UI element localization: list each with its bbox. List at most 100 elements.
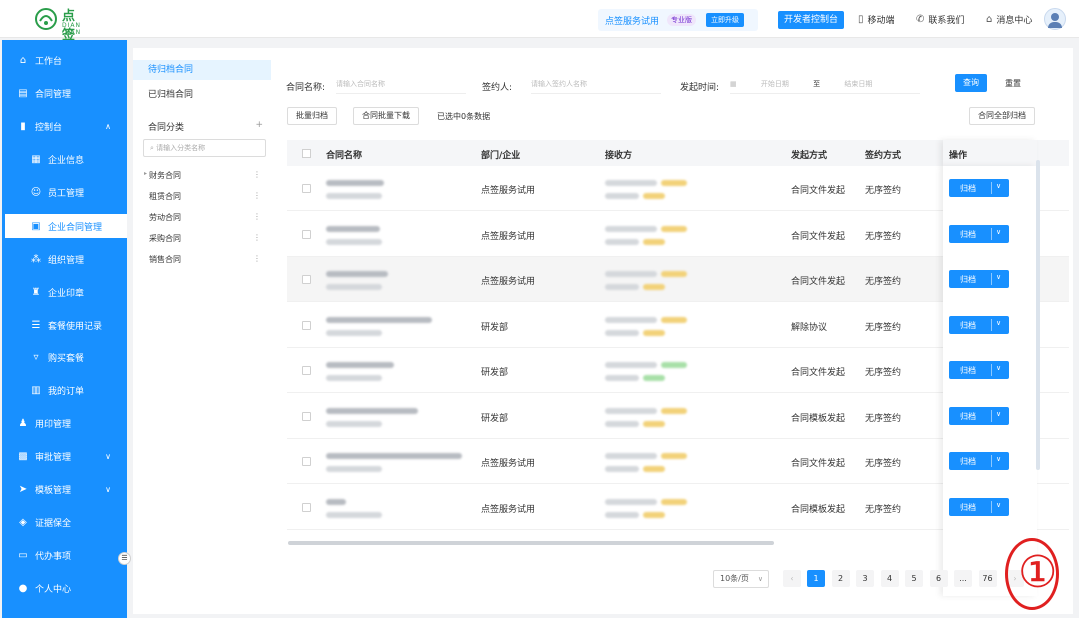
archive-split-button[interactable]: 归档 ∨	[949, 224, 1009, 243]
sidebar-item-contracts[interactable]: ▤ 合同管理	[2, 81, 127, 105]
chevron-down-icon[interactable]: ∨	[996, 228, 1001, 236]
more-icon[interactable]: ⋮	[253, 191, 261, 200]
sidebar-item-templates[interactable]: ➤ 模板管理 ∨	[2, 477, 127, 501]
select-all-checkbox[interactable]	[302, 149, 311, 158]
sidebar-item-evidence[interactable]: ◈ 证据保全	[2, 510, 127, 534]
row-checkbox[interactable]	[302, 184, 311, 193]
row-checkbox[interactable]	[302, 366, 311, 375]
archive-button-label[interactable]: 归档	[960, 320, 976, 331]
archive-split-button[interactable]: 归档 ∨	[949, 497, 1009, 516]
archive-split-button[interactable]: 归档 ∨	[949, 315, 1009, 334]
more-icon[interactable]: ⋮	[253, 170, 261, 179]
row-checkbox[interactable]	[302, 502, 311, 512]
mobile-link[interactable]: ▯ 移动端	[858, 13, 895, 26]
more-icon[interactable]: ⋮	[253, 233, 261, 242]
row-checkbox[interactable]	[302, 320, 311, 330]
receiver-status-redacted	[661, 362, 687, 368]
row-checkbox[interactable]	[302, 229, 311, 239]
archive-button-label[interactable]: 归档	[960, 365, 976, 376]
archive-all-button[interactable]: 合同全部归档	[969, 107, 1035, 125]
category-node[interactable]: ▸ 财务合同 ⋮	[144, 170, 261, 184]
chevron-down-icon[interactable]: ∨	[996, 182, 1001, 190]
reset-button[interactable]: 重置	[1005, 78, 1021, 89]
category-node[interactable]: 劳动合同 ⋮	[149, 212, 261, 226]
archive-button-label[interactable]: 归档	[960, 456, 976, 467]
sidebar-item-approval[interactable]: ▩ 审批管理 ∨	[2, 444, 127, 468]
category-search-input[interactable]: ⌕ 请输入分类名称	[143, 139, 266, 157]
page-number[interactable]: 5	[905, 570, 923, 587]
sidebar-item-company-contracts[interactable]: ▣ 企业合同管理	[2, 214, 127, 238]
chevron-down-icon[interactable]: ∨	[996, 364, 1001, 372]
sidebar-item-package-records[interactable]: ☰ 套餐使用记录	[2, 313, 127, 337]
archive-button-label[interactable]: 归档	[960, 229, 976, 240]
sidebar-item-console[interactable]: ▮ 控制台 ∧	[2, 114, 127, 138]
initiate-method-cell: 合同文件发起	[791, 231, 846, 242]
sidebar-item-todo[interactable]: ▭ 代办事项	[2, 543, 127, 567]
row-checkbox[interactable]	[302, 411, 311, 421]
sidebar-collapse-icon[interactable]: ☰	[118, 552, 131, 565]
more-icon[interactable]: ⋮	[253, 254, 261, 263]
sidebar-item-seal[interactable]: ♜ 企业印章	[2, 280, 127, 304]
chevron-down-icon[interactable]: ∨	[996, 455, 1001, 463]
sidebar-item-buy-package[interactable]: ▿ 购买套餐	[2, 345, 127, 369]
sign-method-cell: 无序签约	[865, 504, 902, 515]
department-cell: 点签服务试用	[481, 231, 536, 242]
batch-archive-button[interactable]: 批量归档	[287, 107, 337, 125]
prev-page-icon[interactable]: ‹	[783, 570, 801, 587]
date-range-picker[interactable]: ▦ 开始日期 至 结束日期	[730, 74, 920, 94]
query-button[interactable]: 查询	[955, 74, 987, 92]
archive-button-label[interactable]: 归档	[960, 183, 976, 194]
sidebar-item-orders[interactable]: ▥ 我的订单	[2, 378, 127, 402]
vertical-scrollbar[interactable]	[1036, 160, 1040, 470]
caret-right-icon[interactable]: ▸	[144, 170, 147, 177]
chevron-down-icon[interactable]: ∨	[996, 501, 1001, 509]
sidebar-item-org[interactable]: ⁂ 组织管理	[2, 247, 127, 271]
page-number[interactable]: 6	[929, 570, 948, 587]
top-header: 点 签 DIAN QIAN 点签服务试用 专业版 立即升级 开发者控制台 ▯ 移…	[0, 0, 1079, 43]
page-number[interactable]: 76	[978, 570, 997, 587]
archive-split-button[interactable]: 归档 ∨	[949, 406, 1009, 425]
page-size-select[interactable]: 10条/页 ∨	[713, 570, 769, 588]
developer-console-button[interactable]: 开发者控制台	[778, 11, 845, 29]
tab-archived[interactable]: 已归档合同	[133, 85, 271, 105]
batch-download-button[interactable]: 合同批量下载	[353, 107, 419, 125]
message-center-link[interactable]: ⌂ 消息中心	[986, 13, 1032, 26]
add-category-icon[interactable]: +	[255, 120, 263, 130]
page-number[interactable]: 1	[807, 570, 825, 587]
chevron-down-icon[interactable]: ∨	[996, 319, 1001, 327]
page-number[interactable]: 3	[856, 570, 874, 587]
archive-button-label[interactable]: 归档	[960, 502, 976, 513]
phone-icon: ✆	[916, 14, 925, 25]
category-node[interactable]: 销售合同 ⋮	[149, 254, 261, 268]
sidebar-item-personal[interactable]: ● 个人中心	[2, 576, 127, 600]
chevron-down-icon[interactable]: ∨	[996, 273, 1001, 281]
upgrade-button[interactable]: 立即升级	[706, 13, 744, 27]
page-number[interactable]: 2	[831, 570, 850, 587]
archive-split-button[interactable]: 归档 ∨	[949, 361, 1009, 379]
archive-split-button[interactable]: 归档 ∨	[949, 179, 1009, 197]
receiver-status-redacted	[661, 407, 687, 414]
app-logo[interactable]: 点 签 DIAN QIAN	[34, 5, 98, 43]
user-avatar[interactable]	[1044, 8, 1066, 30]
archive-button-label[interactable]: 归档	[960, 274, 976, 285]
archive-split-button[interactable]: 归档 ∨	[949, 452, 1009, 470]
horizontal-scrollbar[interactable]	[288, 541, 774, 545]
more-icon[interactable]: ⋮	[253, 212, 261, 221]
page-number[interactable]: ...	[954, 570, 972, 587]
tab-pending-archive[interactable]: 待归档合同	[133, 60, 271, 80]
signer-input[interactable]: 请输入签约人名称	[531, 74, 661, 94]
sidebar-item-workbench[interactable]: ⌂ 工作台	[2, 48, 127, 72]
archive-button-label[interactable]: 归档	[960, 411, 976, 422]
category-node[interactable]: 采购合同 ⋮	[149, 233, 261, 247]
sidebar-item-seal-use[interactable]: ♟ 用印管理	[2, 411, 127, 435]
chevron-down-icon[interactable]: ∨	[996, 410, 1001, 418]
category-node[interactable]: 租赁合同 ⋮	[149, 191, 261, 205]
row-checkbox[interactable]	[302, 457, 311, 466]
sidebar-item-staff[interactable]: ☺ 员工管理	[2, 180, 127, 204]
page-number[interactable]: 4	[880, 570, 899, 587]
sidebar-item-company-info[interactable]: ▦ 企业信息	[2, 147, 127, 171]
contract-name-input[interactable]: 请输入合同名称	[336, 74, 466, 94]
row-checkbox[interactable]	[302, 275, 311, 284]
archive-split-button[interactable]: 归档 ∨	[949, 270, 1009, 288]
contact-link[interactable]: ✆ 联系我们	[916, 13, 964, 26]
